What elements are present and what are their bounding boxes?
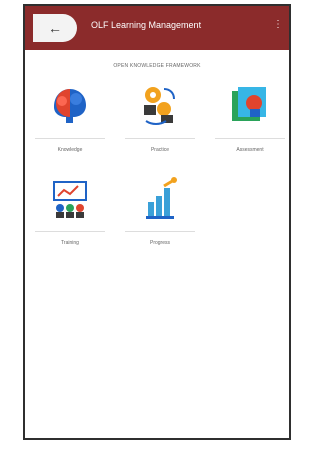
back-button[interactable]: ← — [33, 14, 77, 42]
app-title: OLF Learning Management — [91, 20, 202, 30]
tile-label: Training — [61, 240, 79, 246]
back-arrow-icon: ← — [48, 20, 62, 36]
tile-divider — [125, 231, 195, 232]
phone-frame: ← OLF Learning Management ⋮ OPEN KNOWLED… — [23, 4, 291, 440]
tile-training[interactable]: Training — [35, 176, 105, 256]
tile-divider — [35, 138, 105, 139]
menu-icon[interactable]: ⋮ — [273, 19, 283, 30]
tile-progress[interactable]: Progress — [125, 176, 195, 256]
tile-divider — [215, 138, 285, 139]
training-icon — [53, 181, 87, 218]
tile-label: Assessment — [236, 147, 264, 153]
assessment-icon — [232, 87, 266, 121]
practice-icon — [144, 87, 175, 125]
tile-knowledge[interactable]: Knowledge — [35, 83, 105, 163]
tile-assessment[interactable]: Assessment — [215, 83, 285, 163]
app-header: ← OLF Learning Management ⋮ — [25, 6, 289, 50]
screen-subtitle: OPEN KNOWLEDGE FRAMEWORK — [113, 63, 201, 69]
tile-label: Knowledge — [57, 147, 83, 153]
tile-practice[interactable]: Practice — [125, 83, 195, 163]
tile-label: Progress — [149, 240, 170, 246]
brain-icon — [54, 89, 86, 123]
tile-divider — [125, 138, 195, 139]
progress-icon — [146, 177, 177, 219]
tile-divider — [35, 231, 105, 232]
tile-label: Practice — [150, 147, 170, 153]
